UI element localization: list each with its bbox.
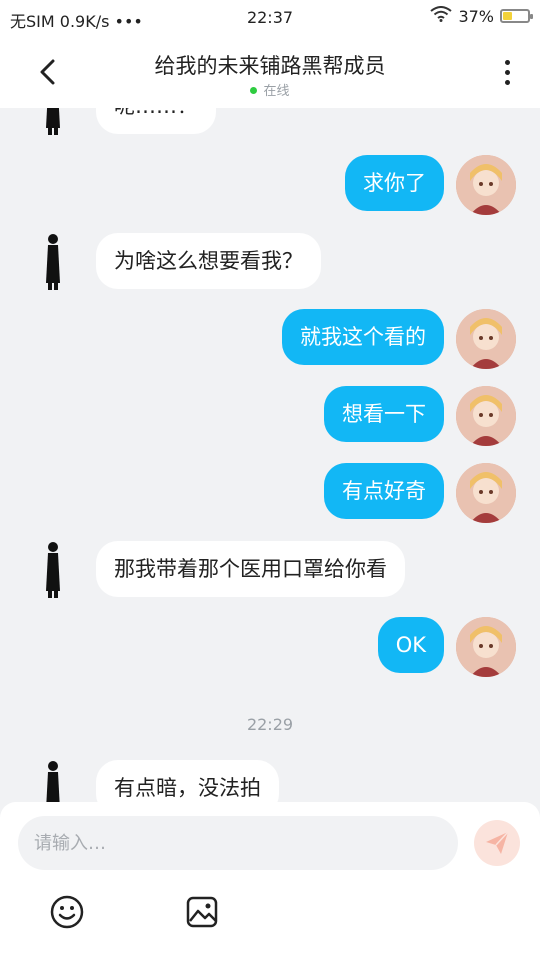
battery-fill xyxy=(503,12,512,20)
contact-avatar[interactable] xyxy=(38,541,68,599)
emoji-button[interactable] xyxy=(49,894,85,930)
incoming-message[interactable]: 呢……？ xyxy=(96,108,216,134)
more-vertical-icon xyxy=(504,59,510,65)
outgoing-message[interactable]: 有点好奇 xyxy=(324,463,444,519)
image-button[interactable] xyxy=(184,894,220,930)
my-avatar-icon xyxy=(456,386,516,446)
chat-title: 给我的未来铺路黑帮成员 xyxy=(154,54,386,78)
timestamp-divider: 22:29 xyxy=(246,715,294,734)
my-avatar[interactable] xyxy=(456,309,516,369)
my-avatar-icon xyxy=(456,309,516,369)
wifi-icon xyxy=(430,6,453,26)
battery-percent: 37% xyxy=(458,6,494,26)
more-dot xyxy=(504,79,510,85)
my-avatar[interactable] xyxy=(456,155,516,215)
message-list[interactable]: 呢……？ 求你了 为啥这么想要看我？ 就我这个看的 想看一下 xyxy=(0,108,540,808)
image-icon xyxy=(186,896,218,928)
incoming-message[interactable]: 那我带着那个医用口罩给你看 xyxy=(96,541,405,597)
input-panel xyxy=(0,802,540,960)
more-dot xyxy=(504,69,510,75)
outgoing-message[interactable]: OK xyxy=(377,617,444,673)
outgoing-message[interactable]: 想看一下 xyxy=(324,386,444,442)
contact-avatar[interactable] xyxy=(38,108,68,136)
send-icon xyxy=(486,831,509,854)
my-avatar-icon xyxy=(456,155,516,215)
contact-avatar-icon xyxy=(46,542,60,598)
outgoing-message[interactable]: 求你了 xyxy=(345,155,444,211)
contact-avatar-icon xyxy=(46,234,60,290)
my-avatar[interactable] xyxy=(456,617,516,677)
online-dot-icon xyxy=(250,87,258,94)
message-input[interactable] xyxy=(18,816,458,870)
status-bar: 无SIM 0.9K/s ••• 22:37 37% xyxy=(0,0,540,36)
send-button[interactable] xyxy=(474,820,520,866)
contact-avatar-icon xyxy=(46,108,60,135)
incoming-message[interactable]: 有点暗，没法拍 xyxy=(96,760,279,808)
chat-header: 给我的未来铺路黑帮成员 在线 xyxy=(0,36,540,108)
my-avatar[interactable] xyxy=(456,463,516,523)
presence-text: 在线 xyxy=(263,84,290,99)
emoji-icon xyxy=(50,895,84,929)
status-right: 37% xyxy=(430,6,533,26)
battery-icon xyxy=(500,9,533,23)
my-avatar-icon xyxy=(456,617,516,677)
presence-status: 在线 xyxy=(0,80,540,99)
incoming-message[interactable]: 为啥这么想要看我？ xyxy=(96,233,321,289)
contact-avatar-icon xyxy=(46,761,60,808)
my-avatar[interactable] xyxy=(456,386,516,446)
contact-avatar[interactable] xyxy=(38,760,68,808)
my-avatar-icon xyxy=(456,463,516,523)
more-options-button[interactable] xyxy=(494,54,520,90)
outgoing-message[interactable]: 就我这个看的 xyxy=(282,309,444,365)
contact-avatar[interactable] xyxy=(38,233,68,291)
